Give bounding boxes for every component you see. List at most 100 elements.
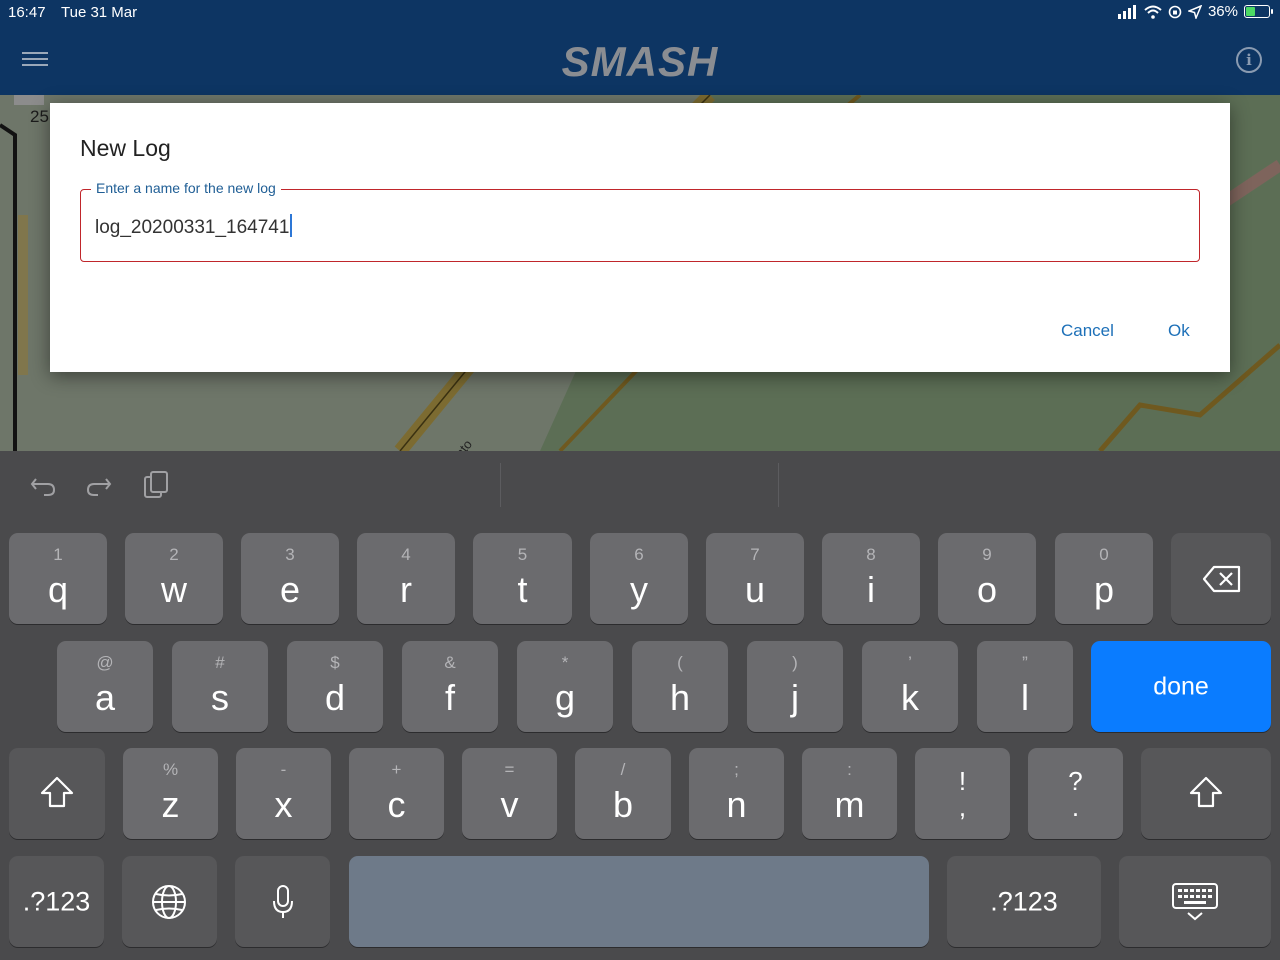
key-alt-label: 7 bbox=[750, 545, 760, 564]
shift-icon bbox=[40, 776, 74, 808]
key-j[interactable]: ) j bbox=[747, 641, 843, 732]
key-exclamation-comma[interactable]: !, bbox=[915, 748, 1010, 839]
key-alt-label: ” bbox=[1022, 653, 1028, 672]
done-key[interactable]: done bbox=[1091, 641, 1271, 732]
undo-icon[interactable] bbox=[28, 469, 58, 499]
info-icon[interactable]: i bbox=[1236, 47, 1262, 73]
key-d[interactable]: $ d bbox=[287, 641, 383, 732]
globe-key[interactable] bbox=[122, 856, 217, 947]
backspace-key[interactable] bbox=[1171, 533, 1271, 624]
keyboard-dismiss-icon bbox=[1172, 883, 1218, 921]
key-o[interactable]: 9o bbox=[938, 533, 1036, 624]
signal-icon bbox=[1117, 4, 1136, 19]
key-alt-label: 2 bbox=[169, 545, 179, 564]
key-i[interactable]: 8i bbox=[822, 533, 920, 624]
key-alt-label: + bbox=[391, 760, 402, 779]
key-z[interactable]: % z bbox=[123, 748, 218, 839]
shortcut-divider bbox=[500, 463, 501, 507]
key-label: i bbox=[867, 569, 875, 610]
numbers-key-label: .?123 bbox=[22, 886, 91, 916]
key-c[interactable]: + c bbox=[349, 748, 444, 839]
key-b[interactable]: / b bbox=[575, 748, 671, 839]
paste-icon[interactable] bbox=[141, 469, 171, 499]
hide-keyboard-key[interactable] bbox=[1119, 856, 1271, 947]
wifi-icon bbox=[1144, 5, 1162, 19]
shift-icon bbox=[1189, 776, 1223, 808]
key-k[interactable]: ’ k bbox=[862, 641, 958, 732]
shift-key-left[interactable] bbox=[9, 748, 105, 839]
numbers-key-label: .?123 bbox=[990, 886, 1058, 916]
key-y[interactable]: 6y bbox=[590, 533, 688, 624]
key-s[interactable]: # s bbox=[172, 641, 268, 732]
key-g[interactable]: * g bbox=[517, 641, 613, 732]
key-label: r bbox=[400, 569, 412, 610]
microphone-icon bbox=[273, 885, 293, 918]
key-alt-label: ; bbox=[734, 760, 739, 779]
ok-button[interactable]: Ok bbox=[1168, 321, 1190, 341]
key-alt-label: ( bbox=[677, 653, 683, 672]
key-label: h bbox=[669, 677, 691, 718]
dictation-key[interactable] bbox=[235, 856, 330, 947]
status-indicators: 36% bbox=[1117, 3, 1273, 20]
key-v[interactable]: = v bbox=[462, 748, 557, 839]
key-alt-label: 5 bbox=[517, 545, 528, 564]
globe-icon bbox=[152, 885, 186, 919]
key-e[interactable]: 3e bbox=[241, 533, 339, 624]
map-scale-label: 25 bbox=[30, 107, 49, 126]
key-label: a bbox=[94, 677, 116, 718]
key-alt-label: 8 bbox=[866, 545, 876, 564]
key-label: g bbox=[554, 677, 576, 718]
key-r[interactable]: 4r bbox=[357, 533, 455, 624]
done-key-label: done bbox=[1153, 672, 1209, 700]
log-name-input[interactable]: log_20200331_164741 bbox=[95, 214, 293, 239]
key-alt-label: . bbox=[1071, 792, 1080, 822]
app-bar: SMASH i bbox=[0, 26, 1280, 95]
key-label: q bbox=[47, 569, 69, 610]
key-alt-label: ’ bbox=[908, 653, 912, 672]
key-f[interactable]: & f bbox=[402, 641, 498, 732]
key-label: c bbox=[387, 784, 406, 825]
key-alt-label: $ bbox=[330, 653, 340, 672]
cancel-button[interactable]: Cancel bbox=[1061, 321, 1114, 341]
status-time: 16:47 bbox=[8, 4, 46, 21]
key-label: p bbox=[1093, 569, 1115, 610]
key-label: d bbox=[324, 677, 346, 718]
key-alt-label: ) bbox=[792, 653, 798, 672]
redo-icon[interactable] bbox=[84, 469, 114, 499]
key-p[interactable]: 0p bbox=[1055, 533, 1153, 624]
key-label: f bbox=[444, 677, 455, 718]
space-key[interactable] bbox=[349, 856, 929, 947]
key-label: e bbox=[279, 569, 301, 610]
key-label: k bbox=[901, 677, 919, 718]
key-question-period[interactable]: ?. bbox=[1028, 748, 1123, 839]
log-name-value: log_20200331_164741 bbox=[95, 217, 290, 238]
key-h[interactable]: (h bbox=[632, 641, 728, 732]
shift-key-right[interactable] bbox=[1141, 748, 1271, 839]
key-alt-label: 9 bbox=[982, 545, 992, 564]
numbers-key-left[interactable]: .?123 bbox=[9, 856, 104, 947]
key-label: s bbox=[211, 677, 229, 718]
key-l[interactable]: ” l bbox=[977, 641, 1073, 732]
log-name-field[interactable]: Enter a name for the new log log_2020033… bbox=[80, 180, 1200, 262]
dialog-title: New Log bbox=[80, 135, 171, 161]
backspace-icon bbox=[1202, 565, 1241, 593]
location-icon bbox=[1187, 4, 1202, 19]
battery-percent: 36% bbox=[1207, 3, 1238, 20]
key-t[interactable]: 5t bbox=[473, 533, 572, 624]
key-label: v bbox=[500, 784, 519, 825]
key-label: w bbox=[161, 569, 187, 610]
numbers-key-right[interactable]: .?123 bbox=[947, 856, 1101, 947]
key-label: u bbox=[744, 569, 766, 610]
key-x[interactable]: -x bbox=[236, 748, 331, 839]
key-alt-label: % bbox=[162, 760, 179, 779]
key-n[interactable]: ; n bbox=[689, 748, 784, 839]
key-a[interactable]: @ a bbox=[57, 641, 153, 732]
key-u[interactable]: 7u bbox=[706, 533, 804, 624]
key-w[interactable]: 2w bbox=[125, 533, 223, 624]
on-screen-keyboard: 1q 2w 3e 4r 5t 6y 7u 8i 9o 0p @ a # s $ d &… bbox=[0, 451, 1280, 960]
new-log-dialog: New Log Enter a name for the new log log… bbox=[50, 103, 1230, 372]
key-q[interactable]: 1q bbox=[9, 533, 107, 624]
key-label: n bbox=[726, 784, 747, 825]
key-label: z bbox=[161, 784, 180, 825]
key-m[interactable]: :m bbox=[802, 748, 897, 839]
